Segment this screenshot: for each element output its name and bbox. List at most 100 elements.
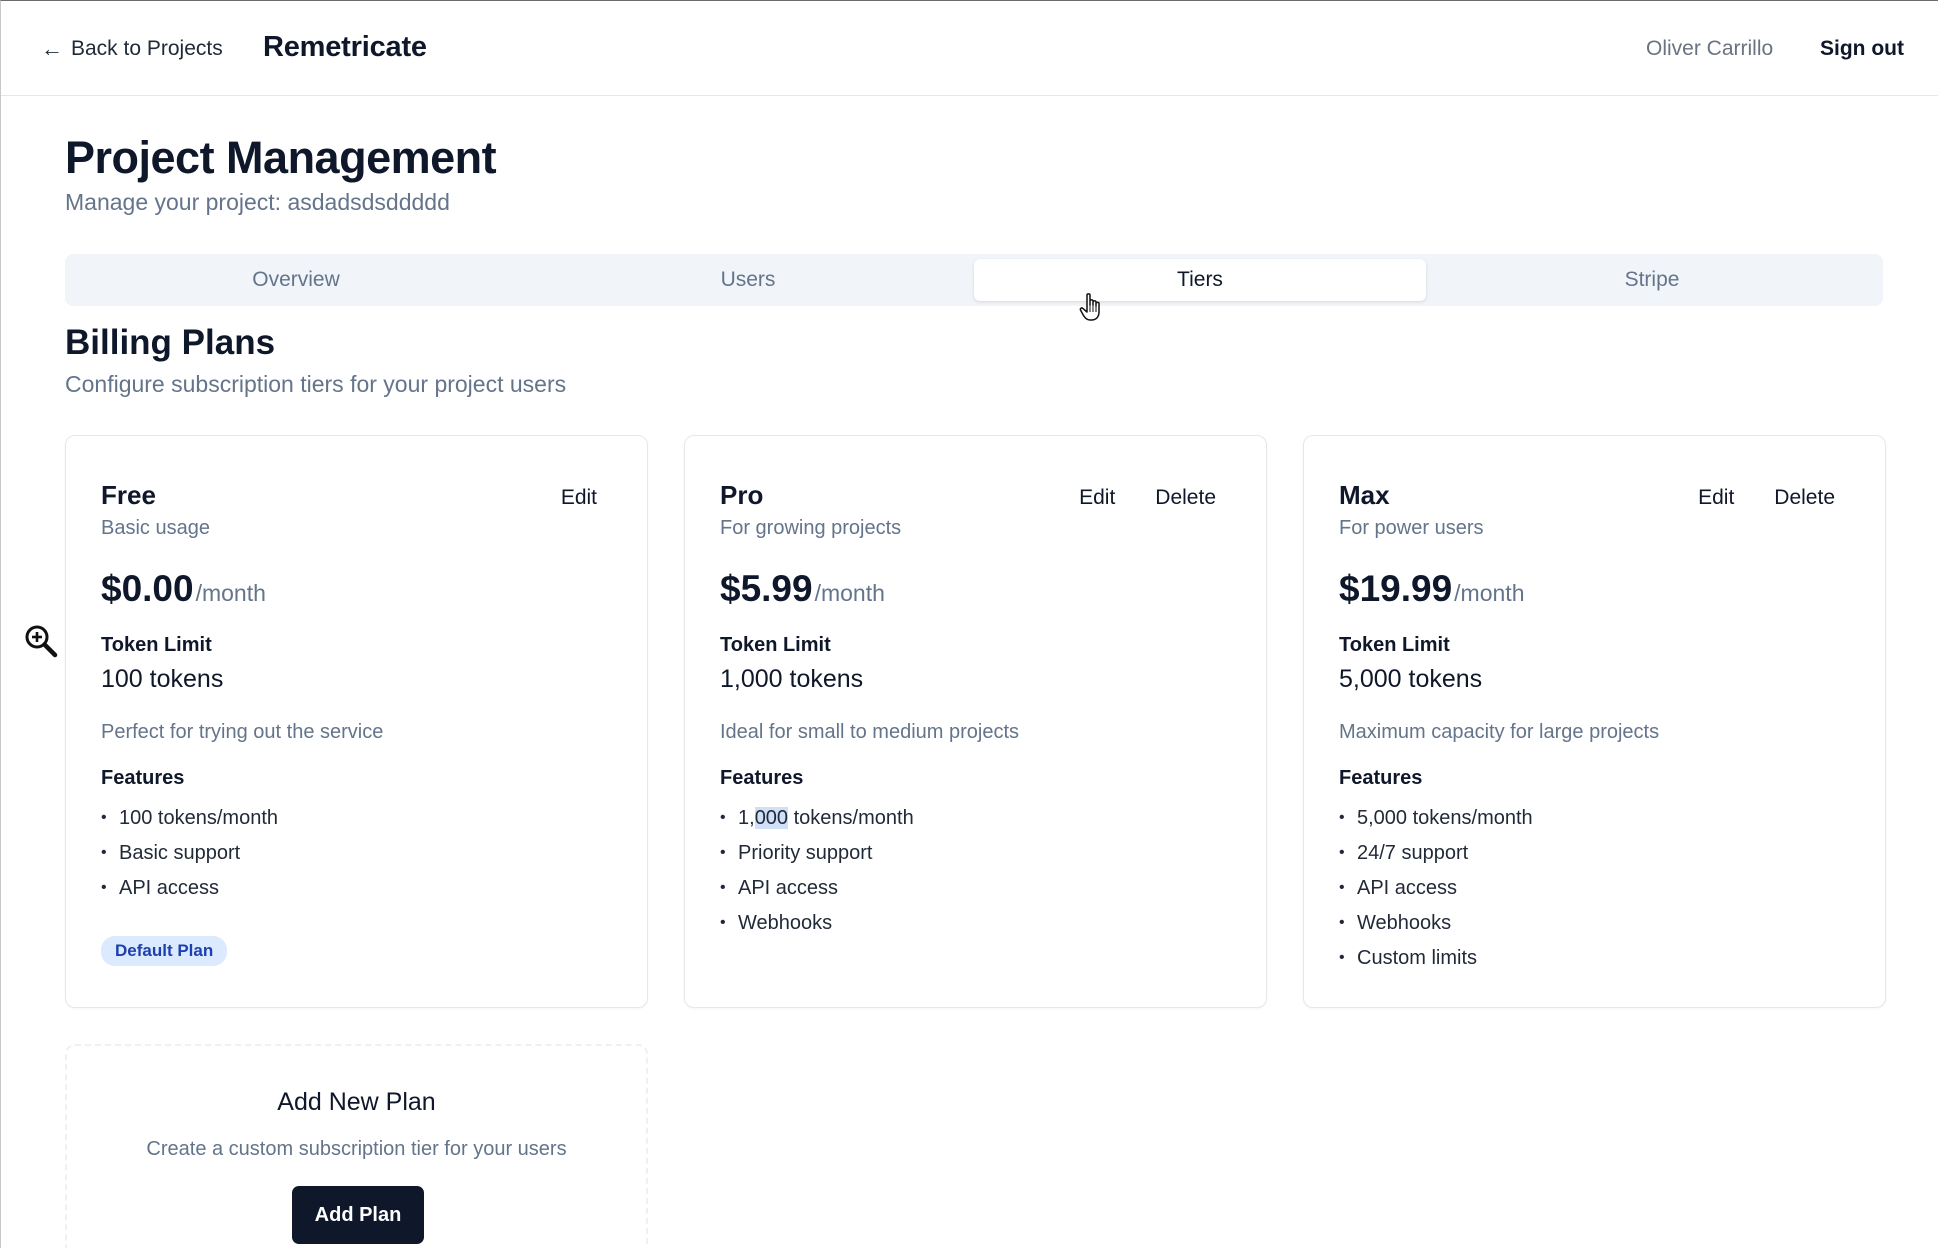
bullet: • <box>1339 844 1345 861</box>
token-limit-value: 5,000 tokens <box>1339 665 1483 693</box>
price-amount: $5.99 <box>720 568 813 609</box>
back-to-projects-link[interactable]: ← Back to Projects <box>41 35 223 63</box>
add-plan-button[interactable]: Add Plan <box>292 1186 424 1244</box>
plan-actions: Edit Delete <box>1698 486 1835 510</box>
plan-description: Perfect for trying out the service <box>101 721 384 743</box>
plan-name: Pro <box>720 480 764 510</box>
feature-text: API access <box>119 877 220 899</box>
token-limit-value: 100 tokens <box>101 665 224 693</box>
add-plan-subtitle: Create a custom subscription tier for yo… <box>146 1138 567 1160</box>
token-limit-label: Token Limit <box>101 634 212 656</box>
brand-name: Remetricate <box>263 31 427 63</box>
top-navbar: ← Back to Projects Remetricate Oliver Ca… <box>1 1 1938 96</box>
feature-text: 5,000 tokens/month <box>1357 807 1533 829</box>
feature-text: API access <box>1357 877 1458 899</box>
sign-out-button[interactable]: Sign out <box>1820 37 1904 61</box>
plan-price: $5.99 /month <box>720 568 885 610</box>
feature-text: Custom limits <box>1357 947 1478 969</box>
app-window: ← Back to Projects Remetricate Oliver Ca… <box>0 0 1938 1248</box>
token-limit-label: Token Limit <box>720 634 831 656</box>
list-item: • API access <box>720 875 914 910</box>
bullet: • <box>1339 949 1345 966</box>
plan-card-pro: Pro For growing projects Edit Delete $5.… <box>684 435 1267 1008</box>
plan-actions: Edit <box>561 486 597 510</box>
plan-name: Max <box>1339 480 1390 510</box>
edit-plan-button[interactable]: Edit <box>561 486 597 510</box>
delete-plan-button[interactable]: Delete <box>1155 486 1216 510</box>
tab-tiers[interactable]: Tiers <box>974 259 1426 301</box>
features-label: Features <box>720 767 804 789</box>
bullet: • <box>1339 914 1345 931</box>
tab-bar: Overview Users Tiers Stripe <box>65 254 1883 306</box>
default-plan-badge: Default Plan <box>101 936 228 966</box>
list-item: • Custom limits <box>1339 945 1533 980</box>
plan-price: $0.00 /month <box>101 568 266 610</box>
token-limit-value: 1,000 tokens <box>720 665 864 693</box>
plan-description: Maximum capacity for large projects <box>1339 721 1660 743</box>
feature-prefix: 1, <box>738 807 755 829</box>
bullet: • <box>101 879 107 896</box>
plan-price: $19.99 /month <box>1339 568 1525 610</box>
add-new-plan-card: Add New Plan Create a custom subscriptio… <box>65 1044 648 1248</box>
page-subtitle: Manage your project: asdadsdsddddd <box>65 189 450 215</box>
feature-text: Webhooks <box>738 912 833 934</box>
features-list: • 100 tokens/month • Basic support • API ac… <box>101 805 278 910</box>
tab-stripe[interactable]: Stripe <box>1426 259 1878 301</box>
token-limit-label: Token Limit <box>1339 634 1450 656</box>
features-list: • 1,000 tokens/month • Priority support • A… <box>720 805 914 945</box>
list-item: • API access <box>1339 875 1533 910</box>
tab-users[interactable]: Users <box>522 259 974 301</box>
features-list: • 5,000 tokens/month • 24/7 support • API a… <box>1339 805 1533 980</box>
section-description: Configure subscription tiers for your pr… <box>65 371 567 397</box>
edit-plan-button[interactable]: Edit <box>1079 486 1115 510</box>
bullet: • <box>720 844 726 861</box>
plan-tagline: For growing projects <box>720 517 902 539</box>
feature-suffix: tokens/month <box>788 807 914 829</box>
plan-name: Free <box>101 480 156 510</box>
feature-text: 24/7 support <box>1357 842 1469 864</box>
list-item: • Basic support <box>101 840 278 875</box>
list-item: • API access <box>101 875 278 910</box>
feature-text: API access <box>738 877 839 899</box>
plan-tagline: Basic usage <box>101 517 210 539</box>
plan-description: Ideal for small to medium projects <box>720 721 1020 743</box>
plan-tagline: For power users <box>1339 517 1484 539</box>
list-item: • 5,000 tokens/month <box>1339 805 1533 840</box>
edit-plan-button[interactable]: Edit <box>1698 486 1734 510</box>
bullet: • <box>720 809 726 826</box>
list-item: • Webhooks <box>1339 910 1533 945</box>
list-item: • 100 tokens/month <box>101 805 278 840</box>
bullet: • <box>1339 809 1345 826</box>
section-title: Billing Plans <box>65 323 276 362</box>
add-plan-title: Add New Plan <box>277 1088 436 1116</box>
arrow-left-icon: ← <box>41 36 63 61</box>
plan-card-max: Max For power users Edit Delete $19.99 /… <box>1303 435 1886 1008</box>
list-item: • Webhooks <box>720 910 914 945</box>
bullet: • <box>720 879 726 896</box>
plan-actions: Edit Delete <box>1079 486 1216 510</box>
feature-text: 1,000 tokens/month <box>738 805 914 831</box>
bullet: • <box>101 844 107 861</box>
list-item: • 1,000 tokens/month <box>720 805 914 840</box>
delete-plan-button[interactable]: Delete <box>1774 486 1835 510</box>
zoom-in-icon[interactable] <box>23 623 59 659</box>
price-amount: $19.99 <box>1339 568 1453 609</box>
bullet: • <box>101 809 107 826</box>
feature-text: Webhooks <box>1357 912 1452 934</box>
features-label: Features <box>1339 767 1423 789</box>
back-link-label: Back to Projects <box>71 37 223 60</box>
bullet: • <box>1339 879 1345 896</box>
list-item: • 24/7 support <box>1339 840 1533 875</box>
bullet: • <box>720 914 726 931</box>
plan-card-free: Free Basic usage Edit $0.00 /month Token… <box>65 435 648 1008</box>
price-period: /month <box>1454 580 1525 606</box>
user-name: Oliver Carrillo <box>1646 37 1774 60</box>
feature-text: Basic support <box>119 842 241 864</box>
price-amount: $0.00 <box>101 568 194 609</box>
text-selection-highlight: 000 <box>754 807 789 829</box>
tab-overview[interactable]: Overview <box>70 259 522 301</box>
price-period: /month <box>814 580 885 606</box>
page-title: Project Management <box>65 132 497 183</box>
features-label: Features <box>101 767 185 789</box>
list-item: • Priority support <box>720 840 914 875</box>
